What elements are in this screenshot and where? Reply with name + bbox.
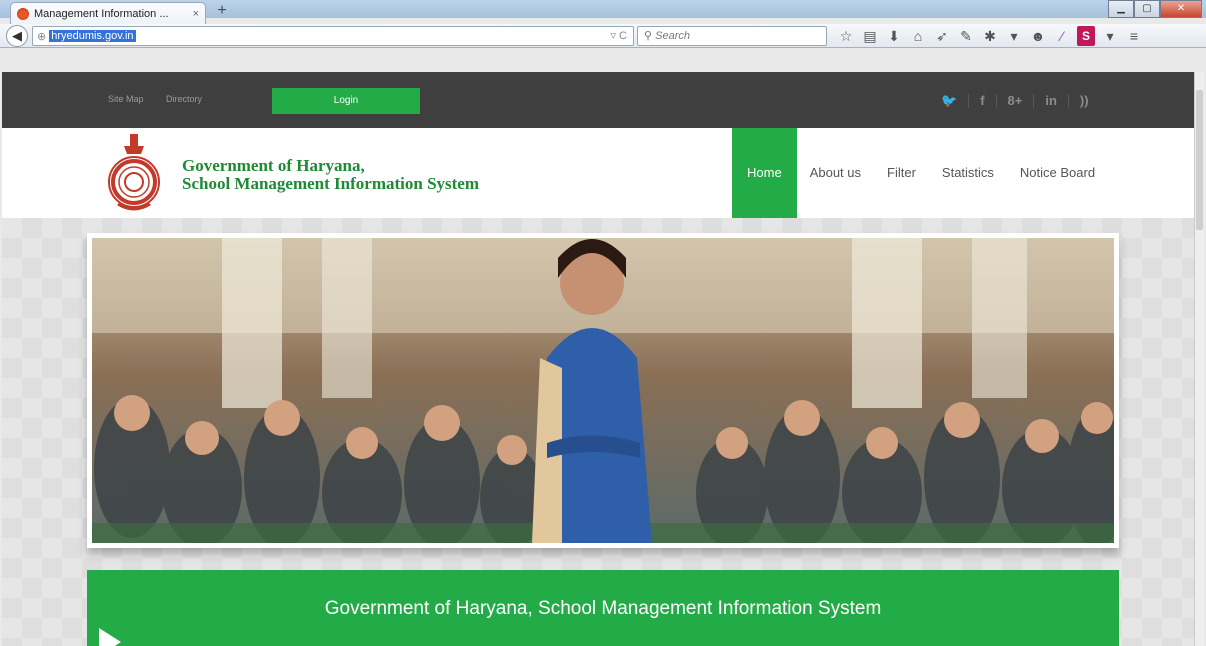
nav-about-us[interactable]: About us xyxy=(797,128,874,218)
site-header: Government of Haryana, School Management… xyxy=(2,128,1194,218)
login-button[interactable]: Login xyxy=(272,88,420,114)
social-links: 🐦 f 8+ in )) xyxy=(930,94,1100,108)
tab-close-icon[interactable]: × xyxy=(193,8,199,20)
search-icon: ⚲ xyxy=(644,30,656,42)
url-text[interactable]: hryedumis.gov.in xyxy=(49,30,136,42)
browser-tab[interactable]: Management Information ... × xyxy=(10,2,206,24)
site-identity-icon[interactable]: ⊕ xyxy=(37,30,46,43)
haryana-emblem-icon xyxy=(108,134,160,211)
nav-home[interactable]: Home xyxy=(732,128,797,218)
note-icon[interactable]: ✎ xyxy=(954,26,978,46)
dropdown-icon[interactable]: ▾ xyxy=(1002,26,1026,46)
tab-title: Management Information ... xyxy=(34,7,169,20)
hero-image xyxy=(87,233,1119,548)
linkedin-icon[interactable]: in xyxy=(1033,94,1068,108)
dropdown-icon[interactable]: ▾ xyxy=(1098,26,1122,46)
menu-icon[interactable]: ≡ xyxy=(1122,26,1146,46)
maximize-icon[interactable]: ▢ xyxy=(1134,0,1160,18)
download-icon[interactable]: ⬇ xyxy=(882,26,906,46)
nav-notice-board[interactable]: Notice Board xyxy=(1007,128,1108,218)
pen-icon[interactable]: ⁄ xyxy=(1050,26,1074,46)
directory-link[interactable]: Directory xyxy=(166,94,202,104)
reload-icon[interactable]: ▿ C xyxy=(610,29,627,42)
extension-icon[interactable]: ✱ xyxy=(978,26,1002,46)
classroom-photo xyxy=(92,238,1114,543)
nav-filter[interactable]: Filter xyxy=(874,128,929,218)
facebook-icon[interactable]: f xyxy=(968,94,995,108)
send-icon[interactable]: ➶ xyxy=(930,26,954,46)
toolbar-icons: ☆ ▤ ⬇ ⌂ ➶ ✎ ✱ ▾ ☻ ⁄ S ▾ ≡ xyxy=(834,26,1146,46)
back-arrow-icon: ◀ xyxy=(12,28,22,43)
window-controls: ▁ ▢ ✕ xyxy=(1108,0,1202,18)
scrollbar-thumb[interactable] xyxy=(1196,90,1203,230)
brand-line-1: Government of Haryana, xyxy=(182,156,365,175)
page-scrollbar[interactable] xyxy=(1194,72,1204,646)
rss-icon[interactable]: )) xyxy=(1067,94,1100,108)
address-bar[interactable]: ⊕ hryedumis.gov.in ▿ C xyxy=(32,26,634,46)
search-placeholder: Search xyxy=(655,30,690,42)
banner-title: Government of Haryana, School Management… xyxy=(324,598,882,619)
back-button[interactable]: ◀ xyxy=(6,25,28,47)
top-utility-bar: Site Map Directory Login 🐦 f 8+ in )) xyxy=(2,72,1194,128)
welcome-banner: Government of Haryana, School Management… xyxy=(87,570,1119,646)
home-icon[interactable]: ⌂ xyxy=(906,26,930,46)
site-brand[interactable]: Government of Haryana, School Management… xyxy=(182,157,479,193)
bookmark-star-icon[interactable]: ☆ xyxy=(834,26,858,46)
minimize-icon[interactable]: ▁ xyxy=(1108,0,1134,18)
main-nav: Home About us Filter Statistics Notice B… xyxy=(732,128,1108,218)
google-plus-icon[interactable]: 8+ xyxy=(995,94,1034,108)
nav-statistics[interactable]: Statistics xyxy=(929,128,1007,218)
browser-toolbar: ◀ ⊕ hryedumis.gov.in ▿ C ⚲ Search ☆ ▤ ⬇ … xyxy=(0,24,1206,48)
reading-list-icon[interactable]: ▤ xyxy=(858,26,882,46)
chat-icon[interactable]: ☻ xyxy=(1026,26,1050,46)
play-arrow-icon xyxy=(99,628,121,646)
s-extension-icon[interactable]: S xyxy=(1077,26,1095,46)
site-favicon-icon xyxy=(17,7,29,20)
site-map-link[interactable]: Site Map xyxy=(108,94,144,104)
search-input[interactable]: ⚲ Search xyxy=(637,26,827,46)
twitter-icon[interactable]: 🐦 xyxy=(930,94,968,108)
window-close-icon[interactable]: ✕ xyxy=(1160,0,1202,18)
new-tab-button[interactable]: + xyxy=(212,3,232,19)
brand-line-2: School Management Information System xyxy=(182,174,480,193)
